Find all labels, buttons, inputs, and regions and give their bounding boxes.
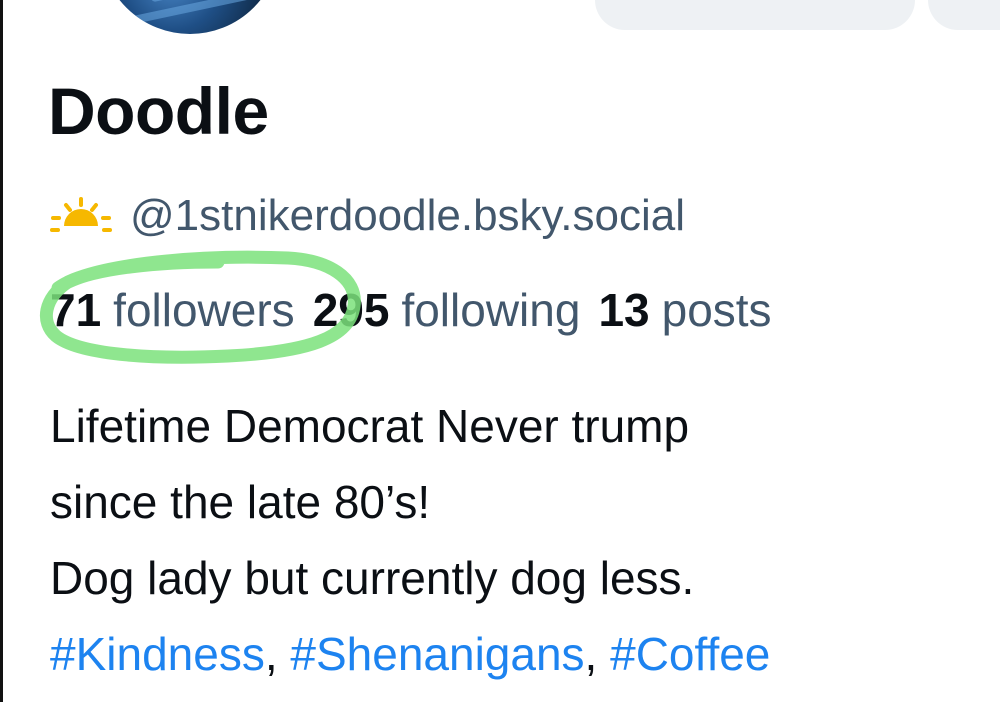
follow-button[interactable] (595, 0, 915, 30)
left-border (0, 0, 3, 702)
handle[interactable]: @1stnikerdoodle.bsky.social (130, 194, 685, 238)
following-label: following (401, 284, 581, 336)
stats-row: 71 followers 295 following 13 posts (50, 282, 772, 338)
following-stat[interactable]: 295 following (313, 287, 581, 333)
followers-label: followers (113, 284, 295, 336)
avatar[interactable] (96, 0, 284, 38)
posts-stat: 13 posts (598, 287, 771, 333)
hashtag-separator: , (584, 628, 611, 680)
display-name: Doodle (48, 74, 269, 148)
posts-count: 13 (598, 284, 650, 336)
bio-line: since the late 80’s! (50, 476, 431, 528)
handle-row: @1stnikerdoodle.bsky.social (50, 190, 685, 242)
more-options-button[interactable] (928, 0, 1000, 30)
followers-count: 71 (50, 284, 102, 336)
hashtag-separator: , (264, 628, 291, 680)
bio-line: Lifetime Democrat Never trump (50, 400, 690, 452)
hashtag-link[interactable]: #Kindness (50, 628, 265, 680)
posts-label: posts (661, 284, 772, 336)
sun-icon (50, 196, 112, 236)
bio: Lifetime Democrat Never trump since the … (50, 388, 980, 692)
bio-line: Dog lady but currently dog less. (50, 552, 695, 604)
followers-stat[interactable]: 71 followers (50, 287, 295, 333)
following-count: 295 (312, 284, 390, 336)
hashtag-link[interactable]: #Shenanigans (290, 628, 584, 680)
hashtag-link[interactable]: #Coffee (610, 628, 770, 680)
hashtags-line: #Kindness, #Shenanigans, #Coffee (50, 616, 980, 692)
